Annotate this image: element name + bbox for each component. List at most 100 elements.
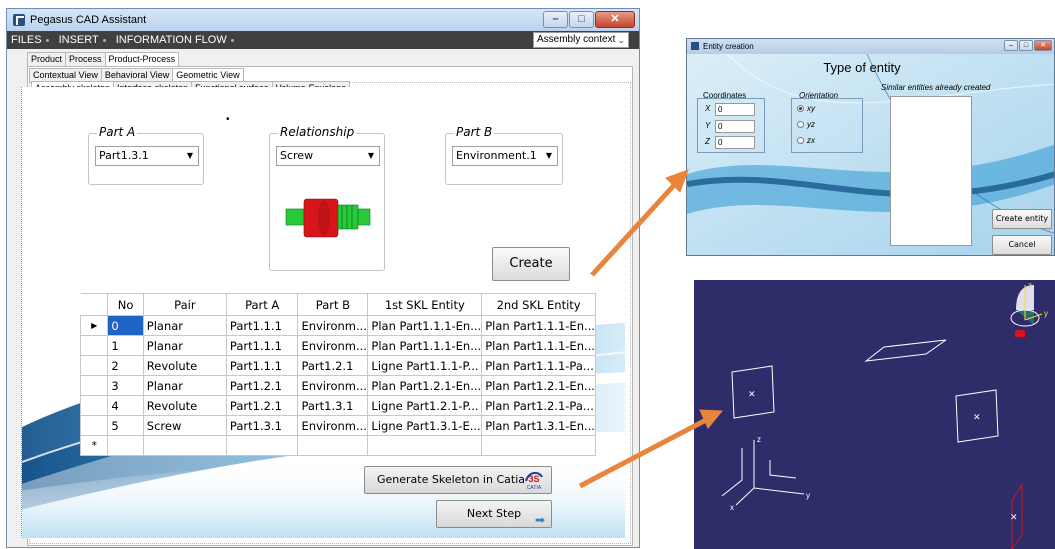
table-cell[interactable]: Part1.2.1 <box>297 355 369 376</box>
table-cell[interactable]: Plan Part1.3.1-En... <box>481 415 596 436</box>
table-cell[interactable] <box>142 435 227 456</box>
table-cell[interactable]: Revolute <box>142 355 227 376</box>
col-header-2nd-skl[interactable]: 2nd SKL Entity <box>481 293 596 316</box>
radio-icon <box>797 137 804 144</box>
table-row[interactable]: 2 Revolute Part1.1.1 Part1.2.1 Ligne Par… <box>79 355 596 376</box>
table-cell[interactable]: 2 <box>107 355 144 376</box>
arrow-head-icon <box>665 169 689 193</box>
table-cell[interactable]: 4 <box>107 395 144 416</box>
table-cell[interactable] <box>367 435 483 456</box>
similar-entities-list[interactable] <box>890 96 972 246</box>
tabs-level2: Contextual View Behavioral View Geometri… <box>29 68 244 82</box>
part-b-select[interactable]: Environment.1 ▼ <box>452 146 558 166</box>
minimize-button[interactable]: – <box>543 11 568 28</box>
col-header-part-b[interactable]: Part B <box>297 293 369 316</box>
table-cell[interactable]: Planar <box>142 335 227 356</box>
table-cell[interactable]: Plan Part1.1.1-Pa... <box>481 355 596 376</box>
menu-bar: FILES INSERT INFORMATION FLOW Assembly c… <box>7 31 639 49</box>
menu-files[interactable]: FILES <box>11 34 49 46</box>
table-cell[interactable]: Part1.1.1 <box>225 355 299 376</box>
col-header-part-a[interactable]: Part A <box>225 293 299 316</box>
table-cell[interactable]: Screw <box>142 415 227 436</box>
table-cell[interactable]: Plan Part1.2.1-En... <box>367 375 483 396</box>
table-cell[interactable] <box>297 435 369 456</box>
create-entity-button[interactable]: Create entity <box>992 209 1052 229</box>
close-button[interactable]: ✕ <box>595 11 635 28</box>
menu-information-flow[interactable]: INFORMATION FLOW <box>116 34 234 46</box>
table-cell[interactable] <box>225 435 299 456</box>
table-cell[interactable]: Part1.1.1 <box>225 315 299 336</box>
table-cell[interactable]: Part1.1.1 <box>225 335 299 356</box>
col-header-1st-skl[interactable]: 1st SKL Entity <box>367 293 483 316</box>
orientation-label: Orientation <box>799 91 839 100</box>
table-cell[interactable]: Part1.3.1 <box>225 415 299 436</box>
col-header-no[interactable]: No <box>107 293 144 316</box>
table-cell[interactable]: Plan Part1.2.1-Pa... <box>481 395 596 416</box>
table-row[interactable]: 4 Revolute Part1.2.1 Part1.3.1 Ligne Par… <box>79 395 596 416</box>
table-cell[interactable]: Part1.3.1 <box>297 395 369 416</box>
catia-logo-text: CATIA <box>527 485 542 491</box>
radio-xy[interactable]: xy <box>797 104 815 113</box>
radio-yz[interactable]: yz <box>797 120 815 129</box>
table-cell[interactable]: Ligne Part1.1.1-P... <box>367 355 483 376</box>
table-cell[interactable]: Part1.2.1 <box>225 375 299 396</box>
radio-zx[interactable]: zx <box>797 136 815 145</box>
table-cell[interactable]: 0 <box>107 315 144 336</box>
entity-creation-window: Entity creation – □ ✕ Type of entity Coo… <box>686 38 1055 256</box>
tab-product[interactable]: Product <box>27 52 67 66</box>
plane-entity[interactable] <box>864 339 947 362</box>
table-new-row[interactable]: * <box>79 435 596 456</box>
tab-contextual-view[interactable]: Contextual View <box>29 68 102 82</box>
catia-3d-view[interactable]: z y ✕ ✕ ✕ z y x <box>694 280 1055 549</box>
next-step-button[interactable]: Next Step ➡ <box>436 500 552 528</box>
tab-process[interactable]: Process <box>65 52 106 66</box>
minimize-button[interactable]: – <box>1004 40 1018 51</box>
table-cell[interactable]: Plan Part1.2.1-En... <box>481 375 596 396</box>
menu-insert-label: INSERT <box>58 34 99 46</box>
maximize-button[interactable]: □ <box>1019 40 1033 51</box>
table-cell[interactable]: 1 <box>107 335 144 356</box>
tab-behavioral-view[interactable]: Behavioral View <box>100 68 174 82</box>
tab-geometric-view[interactable]: Geometric View <box>172 68 244 82</box>
tab-product-process[interactable]: Product-Process <box>104 52 180 66</box>
z-input[interactable]: 0 <box>715 136 755 149</box>
tabs-level1: Product Process Product-Process <box>27 52 180 66</box>
create-button[interactable]: Create <box>492 247 570 281</box>
table-cell[interactable]: Environm... <box>297 375 369 396</box>
table-row[interactable]: ▶ 0 Planar Part1.1.1 Environm... Plan Pa… <box>79 315 596 336</box>
table-cell[interactable]: Plan Part1.1.1-En... <box>367 335 483 356</box>
part-a-select[interactable]: Part1.3.1 ▼ <box>95 146 199 166</box>
maximize-button[interactable]: □ <box>569 11 594 28</box>
cancel-button[interactable]: Cancel <box>992 235 1052 255</box>
context-select[interactable]: Assembly context ⌄ <box>533 32 629 48</box>
close-button[interactable]: ✕ <box>1034 40 1052 51</box>
table-cell[interactable]: 3 <box>107 375 144 396</box>
table-cell[interactable]: Ligne Part1.2.1-P... <box>367 395 483 416</box>
table-cell[interactable] <box>107 435 144 456</box>
axis-y-label: y <box>806 491 810 500</box>
table-cell[interactable]: Part1.2.1 <box>225 395 299 416</box>
col-header-pair[interactable]: Pair <box>142 293 227 316</box>
menu-insert[interactable]: INSERT <box>59 34 106 46</box>
table-cell[interactable]: Ligne Part1.3.1-E... <box>367 415 483 436</box>
table-cell[interactable]: Planar <box>142 375 227 396</box>
relationship-select[interactable]: Screw ▼ <box>276 146 380 166</box>
catia-scene: z y ✕ ✕ ✕ z y x <box>721 281 1048 549</box>
table-cell[interactable]: Plan Part1.1.1-En... <box>367 315 483 336</box>
table-row[interactable]: 5 Screw Part1.3.1 Environm... Ligne Part… <box>79 415 596 436</box>
x-input[interactable]: 0 <box>715 103 755 116</box>
table-cell[interactable]: Environm... <box>297 335 369 356</box>
generate-skeleton-button[interactable]: Generate Skeleton in Catia 3S CATIA <box>364 466 552 494</box>
table-cell[interactable]: Environm... <box>297 415 369 436</box>
table-cell[interactable]: Plan Part1.1.1-En... <box>481 335 596 356</box>
title-bar: Pegasus CAD Assistant – □ ✕ <box>7 9 639 31</box>
table-cell[interactable]: Revolute <box>142 395 227 416</box>
table-cell[interactable]: Plan Part1.1.1-En... <box>481 315 596 336</box>
table-cell[interactable] <box>481 435 596 456</box>
table-row[interactable]: 1 Planar Part1.1.1 Environm... Plan Part… <box>79 335 596 356</box>
y-input[interactable]: 0 <box>715 120 755 133</box>
table-cell[interactable]: Planar <box>142 315 227 336</box>
table-cell[interactable]: Environm... <box>297 315 369 336</box>
table-row[interactable]: 3 Planar Part1.2.1 Environm... Plan Part… <box>79 375 596 396</box>
table-cell[interactable]: 5 <box>107 415 144 436</box>
